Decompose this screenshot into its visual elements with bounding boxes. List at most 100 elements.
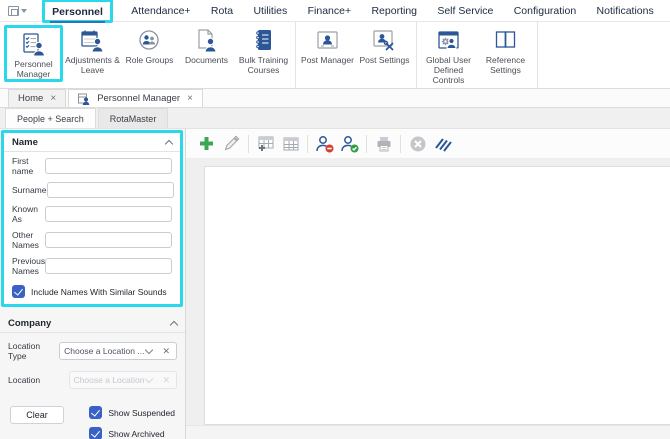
other-names-input[interactable] <box>45 232 172 248</box>
known-as-input[interactable] <box>45 206 172 222</box>
toolbar-separator <box>366 134 367 153</box>
ribbon-spacer <box>538 22 670 88</box>
field-label: First name <box>12 156 34 176</box>
results-grid[interactable] <box>204 166 670 425</box>
subtab-rotamaster[interactable]: RotaMaster <box>97 108 169 128</box>
cancel-button[interactable] <box>405 132 430 155</box>
edit-icon <box>223 135 240 152</box>
similar-sounds-checkbox[interactable] <box>12 285 25 298</box>
actions-row: Clear Show Suspended Show Archived <box>0 392 185 439</box>
content-area: Name First name Surname Known As Other N… <box>0 129 670 439</box>
menu-items: Personnel Attendance+ Rota Utilities Fin… <box>34 0 670 23</box>
tab-home[interactable]: Home × <box>8 89 67 107</box>
field-row-other-names: Other Names <box>4 228 180 252</box>
add-record-button[interactable] <box>194 132 219 155</box>
location-select: Choose a Location ✕ <box>68 371 177 389</box>
section-title: Name <box>12 137 38 148</box>
personnel-manager-tab-icon <box>78 93 90 105</box>
grid-button[interactable] <box>278 132 303 155</box>
grid-add-button[interactable] <box>253 132 278 155</box>
app-window-icon <box>7 5 19 16</box>
subtab-people-search[interactable]: People + Search <box>5 108 96 128</box>
checkbox-label: Show Suspended <box>108 407 175 418</box>
menu-item-attendance[interactable]: Attendance+ <box>129 2 192 20</box>
subtab-label: RotaMaster <box>109 113 157 124</box>
subtab-label: People + Search <box>17 113 84 124</box>
user-suspend-icon <box>315 135 334 153</box>
suspend-user-button[interactable] <box>312 132 337 155</box>
company-section: Company Location Type Choose a Location … <box>0 307 185 392</box>
ribbon-item-adjustments-leave[interactable]: Adjustments & Leave <box>64 24 121 75</box>
show-suspended-checkbox[interactable] <box>89 406 103 419</box>
ribbon-group-posts: Post Manager Post Settings <box>296 22 417 88</box>
menu-bar: Personnel Attendance+ Rota Utilities Fin… <box>0 0 670 23</box>
menu-item-personnel[interactable]: Personnel <box>50 2 105 23</box>
clear-selection-icon: ✕ <box>162 374 170 385</box>
ribbon-label: Personnel Manager <box>14 59 53 80</box>
company-section-header[interactable]: Company <box>0 312 185 333</box>
name-section-highlight: Name First name Surname Known As Other N… <box>1 130 183 307</box>
close-icon[interactable]: × <box>187 93 193 104</box>
ribbon-item-documents[interactable]: Documents <box>178 24 235 65</box>
ribbon-item-reference-settings[interactable]: Reference Settings <box>477 24 534 75</box>
ribbon-item-global-udc[interactable]: Global User Defined Controls <box>420 24 477 86</box>
activate-user-button[interactable] <box>337 132 362 155</box>
select-value: Choose a Location ... <box>64 346 145 356</box>
menu-item-self-service[interactable]: Self Service <box>435 2 495 20</box>
collapse-chevron-icon[interactable] <box>169 320 179 330</box>
ribbon-label: Post Manager <box>301 55 354 65</box>
rota-lines-button[interactable] <box>430 132 455 155</box>
field-label: Known As <box>12 204 38 224</box>
previous-names-input[interactable] <box>45 258 173 274</box>
ribbon-item-post-manager[interactable]: Post Manager <box>299 24 356 65</box>
field-label: Surname <box>12 185 47 195</box>
location-type-select[interactable]: Choose a Location ... ✕ <box>59 342 177 360</box>
cancel-icon <box>409 135 427 153</box>
close-icon[interactable]: × <box>50 93 56 104</box>
ribbon-group-settings: Global User Defined Controls Reference S… <box>417 22 538 88</box>
location-row: Location Choose a Location ✕ <box>0 368 185 392</box>
tab-personnel-manager[interactable]: Personnel Manager × <box>68 89 203 107</box>
app-menu-button[interactable] <box>0 5 34 16</box>
field-row-known-as: Known As <box>4 202 180 226</box>
adjustments-leave-icon <box>64 27 121 55</box>
clear-button[interactable]: Clear <box>10 406 64 424</box>
post-settings-icon <box>356 27 413 55</box>
menu-item-reporting[interactable]: Reporting <box>369 2 419 20</box>
ribbon-item-bulk-training[interactable]: Bulk Training Courses <box>235 24 292 75</box>
show-archived-checkbox[interactable] <box>89 427 103 439</box>
tab-label: Home <box>18 93 44 104</box>
documents-icon <box>178 27 235 55</box>
diagonal-lines-icon <box>434 135 452 153</box>
field-row-surname: Surname <box>4 180 180 200</box>
ribbon-label: Adjustments & Leave <box>65 55 120 76</box>
surname-input[interactable] <box>46 182 174 198</box>
ribbon-label: Role Groups <box>125 55 174 65</box>
chevron-down-icon <box>145 374 154 383</box>
first-name-input[interactable] <box>45 158 172 174</box>
name-section-header[interactable]: Name <box>4 133 180 152</box>
ribbon-item-personnel-manager[interactable]: Personnel Manager <box>7 28 60 79</box>
field-row-first-name: First name <box>4 154 180 178</box>
ribbon-label: Post Settings <box>359 55 410 65</box>
personnel-manager-highlight: Personnel Manager <box>4 25 63 83</box>
ribbon-label: Reference Settings <box>485 55 526 76</box>
menu-item-rota[interactable]: Rota <box>209 2 235 20</box>
chevron-down-icon[interactable] <box>145 345 154 354</box>
clear-selection-icon[interactable]: ✕ <box>160 346 172 357</box>
ribbon-item-post-settings[interactable]: Post Settings <box>356 24 413 65</box>
grid-add-icon <box>257 135 275 153</box>
collapse-chevron-icon[interactable] <box>164 139 174 149</box>
field-label: Location Type <box>8 341 41 361</box>
toolbar-separator <box>248 134 249 153</box>
menu-item-finance[interactable]: Finance+ <box>306 2 354 20</box>
personnel-manager-icon <box>7 31 60 59</box>
checkbox-label: Include Names With Similar Sounds <box>31 286 167 297</box>
ribbon-item-role-groups[interactable]: Role Groups <box>121 24 178 65</box>
print-button[interactable] <box>371 132 396 155</box>
menu-item-configuration[interactable]: Configuration <box>512 2 578 20</box>
edit-record-button[interactable] <box>219 132 244 155</box>
tab-label: Personnel Manager <box>97 93 181 104</box>
menu-item-notifications[interactable]: Notifications <box>595 2 656 20</box>
menu-item-utilities[interactable]: Utilities <box>251 2 289 20</box>
